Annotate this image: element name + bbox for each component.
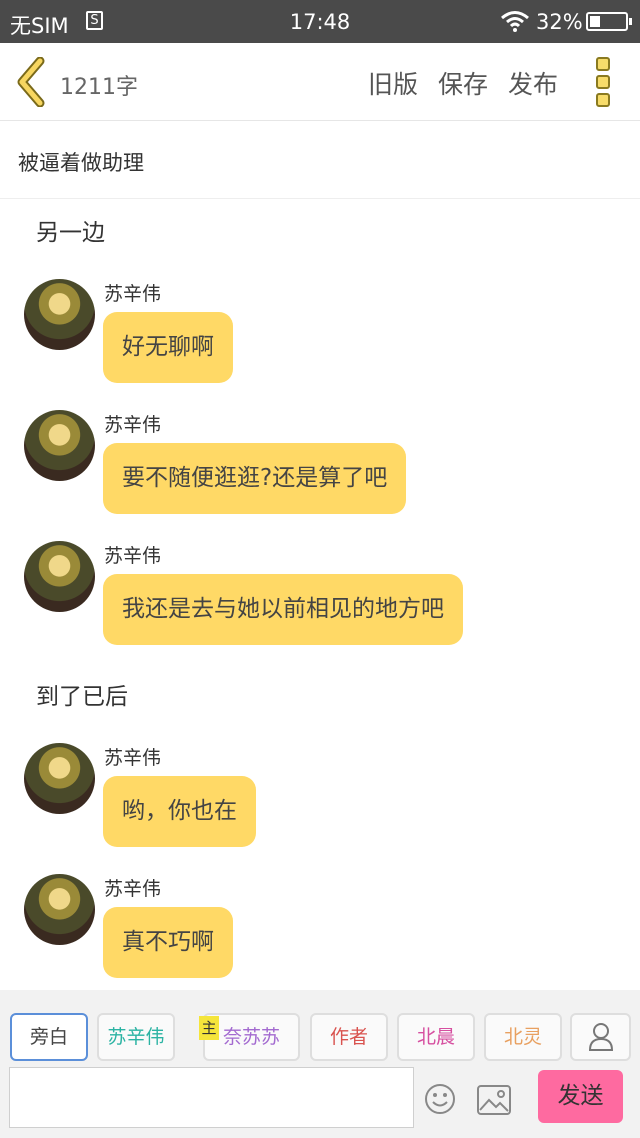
role-tab[interactable]: 北晨 bbox=[397, 1013, 475, 1061]
message-bubble[interactable]: 我还是去与她以前相见的地方吧 bbox=[103, 574, 463, 645]
status-bar: 无SIM S 17:48 32% bbox=[0, 0, 640, 43]
role-tab[interactable]: 苏辛伟 bbox=[97, 1013, 175, 1061]
chapter-title-bar[interactable]: 被逼着做助理 bbox=[0, 121, 640, 199]
narration-text[interactable]: 到了已后 bbox=[36, 677, 128, 711]
editor-toolbar: 1211字 旧版 保存 发布 bbox=[0, 43, 640, 121]
composer-panel: 旁白 苏辛伟 奈苏苏 主 作者 北晨 北灵 发送 bbox=[0, 990, 640, 1138]
speaker-name: 苏辛伟 bbox=[104, 747, 162, 769]
narration-text[interactable]: 另一边 bbox=[36, 213, 105, 247]
chat-message[interactable]: 苏辛伟 我还是去与她以前相见的地方吧 bbox=[0, 541, 640, 661]
battery-icon bbox=[586, 12, 632, 31]
role-tab[interactable]: 北灵 bbox=[484, 1013, 562, 1061]
message-bubble[interactable]: 哟，你也在 bbox=[103, 776, 256, 847]
message-bubble[interactable]: 真不巧啊 bbox=[103, 907, 233, 978]
message-input[interactable] bbox=[9, 1067, 414, 1128]
speaker-name: 苏辛伟 bbox=[104, 283, 162, 305]
battery-percent: 32% bbox=[536, 10, 583, 34]
message-bubble[interactable]: 好无聊啊 bbox=[103, 312, 233, 383]
avatar bbox=[24, 874, 95, 945]
chat-message[interactable]: 苏辛伟 要不随便逛逛?还是算了吧 bbox=[0, 410, 640, 530]
speaker-name: 苏辛伟 bbox=[104, 545, 162, 567]
role-narrator-tab[interactable]: 旁白 bbox=[10, 1013, 88, 1061]
add-role-button[interactable] bbox=[570, 1013, 631, 1061]
word-count: 1211字 bbox=[60, 75, 138, 100]
avatar bbox=[24, 743, 95, 814]
old-version-button[interactable]: 旧版 bbox=[368, 65, 418, 101]
avatar bbox=[24, 410, 95, 481]
image-icon[interactable] bbox=[477, 1085, 511, 1115]
speaker-name: 苏辛伟 bbox=[104, 414, 162, 436]
more-menu-icon[interactable] bbox=[594, 57, 614, 109]
main-character-badge: 主 bbox=[199, 1016, 219, 1040]
user-icon bbox=[588, 1023, 613, 1051]
back-chevron-icon[interactable] bbox=[14, 57, 50, 107]
chat-message[interactable]: 苏辛伟 好无聊啊 bbox=[0, 279, 640, 399]
emoji-icon[interactable] bbox=[424, 1083, 456, 1115]
chat-message[interactable]: 苏辛伟 真不巧啊 bbox=[0, 874, 640, 994]
send-button[interactable]: 发送 bbox=[538, 1070, 623, 1123]
message-bubble[interactable]: 要不随便逛逛?还是算了吧 bbox=[103, 443, 407, 514]
chat-message[interactable]: 苏辛伟 哟，你也在 bbox=[0, 743, 640, 863]
speaker-name: 苏辛伟 bbox=[104, 878, 162, 900]
save-button[interactable]: 保存 bbox=[438, 65, 488, 101]
role-tab[interactable]: 作者 bbox=[310, 1013, 388, 1061]
chapter-title: 被逼着做助理 bbox=[18, 151, 144, 175]
avatar bbox=[24, 279, 95, 350]
publish-button[interactable]: 发布 bbox=[508, 65, 558, 101]
avatar bbox=[24, 541, 95, 612]
wifi-icon bbox=[501, 11, 529, 32]
